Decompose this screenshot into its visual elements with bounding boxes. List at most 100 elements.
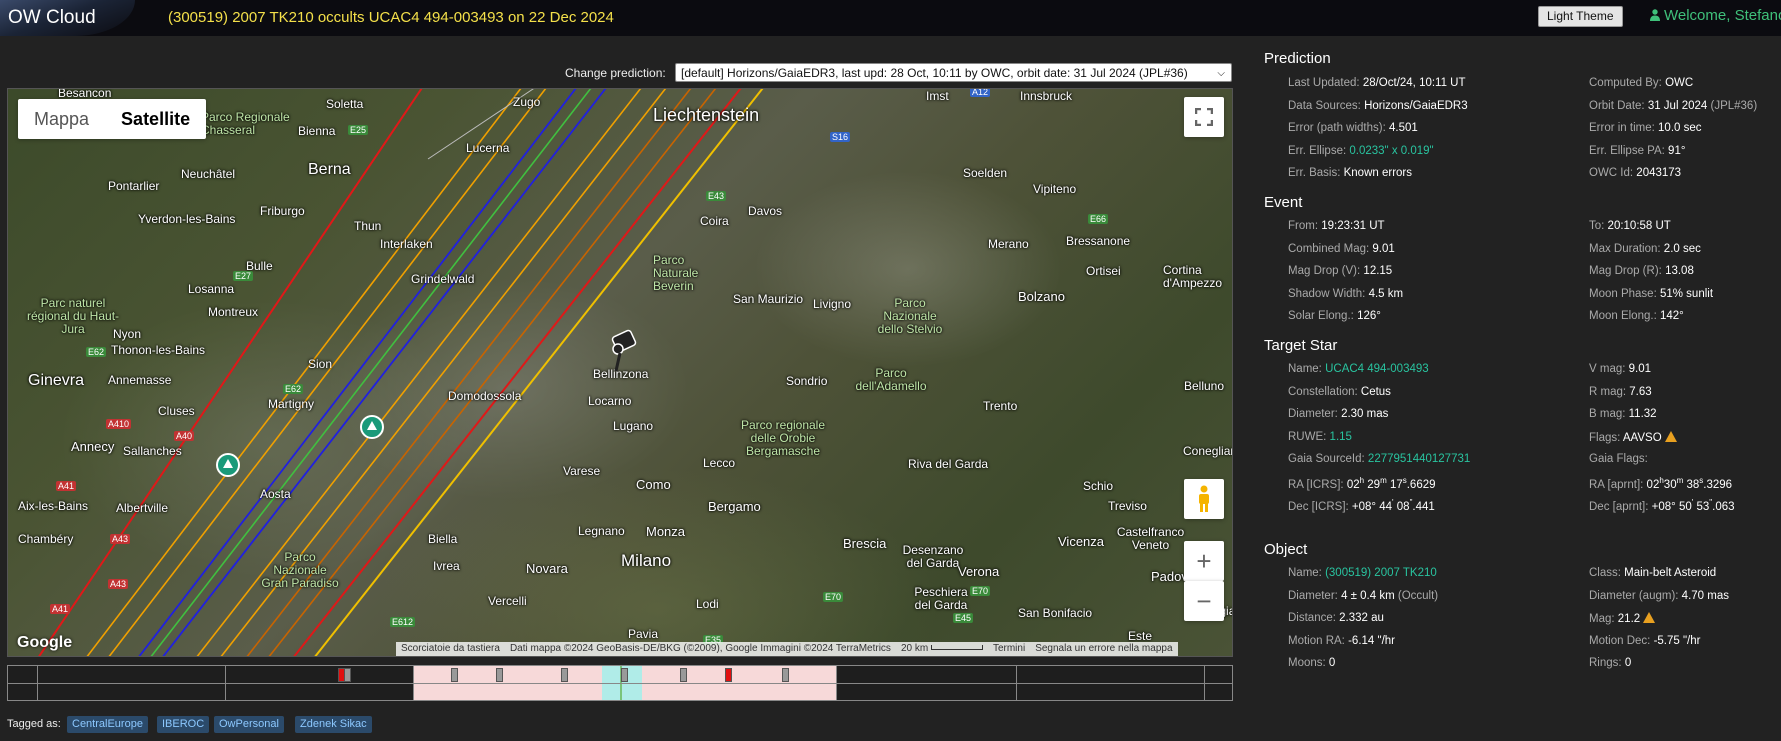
map-type-satellite-button[interactable]: Satellite — [105, 99, 206, 139]
map-scale[interactable]: 20 km — [896, 642, 988, 656]
road-shield: A41 — [56, 481, 77, 491]
map-park-label: Parco Regionale Chasseral — [201, 110, 290, 137]
keyboard-shortcuts-link[interactable]: Scorciatoie da tastiera — [396, 642, 505, 656]
zoom-out-button[interactable]: − — [1184, 581, 1224, 621]
map-view[interactable]: Besancon Soletta Zugo Parco Regionale Ch… — [7, 88, 1233, 657]
timeline-marker[interactable] — [344, 668, 351, 682]
warning-icon[interactable] — [1664, 431, 1677, 442]
page-title: (300519) 2007 TK210 occults UCAC4 494-00… — [168, 9, 614, 26]
detail-key: Diameter: — [1288, 408, 1338, 420]
star-name-link[interactable]: UCAC4 494-003493 — [1325, 363, 1429, 375]
event-timeline[interactable] — [7, 665, 1233, 701]
map-place-label: Novara — [526, 561, 568, 576]
terms-link[interactable]: Termini — [988, 642, 1030, 656]
road-shield: A41 — [50, 604, 71, 614]
timeline-marker-red[interactable] — [725, 668, 732, 682]
map-place-label: Como — [636, 477, 671, 492]
fullscreen-icon — [1195, 108, 1213, 126]
warning-icon[interactable] — [1643, 612, 1656, 623]
road-shield: A40 — [174, 431, 195, 441]
tag-zdenek-sikac[interactable]: Zdenek Sikac — [295, 716, 372, 733]
map-place-label: Sondrio — [786, 374, 828, 388]
timeline-marker[interactable] — [451, 668, 458, 682]
map-place-label: Peschiera del Garda — [914, 585, 968, 612]
map-scale-label: 20 km — [900, 643, 929, 654]
map-place-label: Innsbruck — [1020, 89, 1073, 103]
timeline-marker[interactable] — [680, 668, 687, 682]
dec-degrees: +08° — [1351, 500, 1377, 513]
detail-value: 2.0 sec — [1663, 243, 1701, 255]
report-error-link[interactable]: Segnala un errore nella mappa — [1030, 642, 1177, 656]
road-shield: S16 — [830, 132, 851, 142]
detail-key: Motion RA: — [1288, 635, 1345, 647]
zoom-in-button[interactable]: + — [1184, 541, 1224, 581]
road-shield: E45 — [953, 613, 974, 623]
dec-icrs-value: +08° 44' 08".441 — [1351, 498, 1435, 513]
detail-key: V mag: — [1589, 363, 1626, 375]
fullscreen-button[interactable] — [1184, 97, 1224, 137]
detail-key: Combined Mag: — [1288, 243, 1370, 255]
user-menu[interactable]: Welcome, Stefano — [1650, 7, 1781, 24]
map-park-label: Parco Naturale Beverin — [653, 253, 699, 293]
map-place-label: Schio — [1083, 479, 1114, 493]
map-place-label: Este — [1128, 629, 1153, 643]
tag-centraleurope[interactable]: CentralEurope — [67, 716, 148, 733]
change-prediction-value: [default] Horizons/GaiaEDR3, last upd: 2… — [681, 66, 1188, 80]
object-name-link[interactable]: (300519) 2007 TK210 — [1325, 567, 1437, 579]
light-theme-button[interactable]: Light Theme — [1538, 6, 1623, 27]
map-place-label: Davos — [748, 204, 783, 218]
telescope-marker-icon[interactable] — [606, 327, 640, 373]
dec-fraction: .441 — [1412, 500, 1435, 513]
map-place-label: Verona — [958, 564, 1000, 579]
timeline-divider — [413, 666, 414, 700]
street-view-pegman[interactable] — [1184, 479, 1224, 519]
map-place-label: Riva del Garda — [908, 457, 989, 471]
detail-value: 91° — [1668, 145, 1686, 157]
map-place-label: Monza — [646, 524, 686, 539]
map-type-map-button[interactable]: Mappa — [18, 99, 105, 139]
ra-hours: 02 — [1346, 478, 1360, 491]
observer-site-marker[interactable] — [360, 415, 384, 439]
road-shield: A12 — [970, 88, 991, 97]
detail-key: Gaia Flags: — [1589, 453, 1648, 465]
road-shield: E70 — [823, 592, 844, 602]
map-place-label: Liechtenstein — [653, 105, 760, 125]
detail-err-basis: Err. Basis: Known errors — [1288, 167, 1412, 179]
timeline-marker[interactable] — [496, 668, 503, 682]
observer-site-marker[interactable] — [216, 453, 240, 477]
map-place-label: Aix-les-Bains — [18, 499, 89, 513]
detail-object-diameter: Diameter: 4 ± 0.4 km (Occult) — [1288, 590, 1438, 602]
ruwe-link[interactable]: 1.15 — [1330, 431, 1352, 443]
timeline-marker[interactable] — [782, 668, 789, 682]
detail-value: 142° — [1659, 310, 1684, 322]
err-ellipse-link[interactable]: 0.0233" x 0.019" — [1349, 145, 1433, 157]
detail-constellation: Constellation: Cetus — [1288, 386, 1391, 398]
detail-key: Mag Drop (V): — [1288, 265, 1361, 277]
detail-value: 4 ± 0.4 km — [1341, 590, 1395, 602]
map-type-control: Mappa Satellite — [18, 99, 207, 139]
change-prediction-select[interactable]: [default] Horizons/GaiaEDR3, last upd: 2… — [675, 63, 1232, 82]
detail-key: Dec [ICRS]: — [1288, 500, 1349, 513]
map-place-label: Grindelwald — [411, 272, 475, 286]
app-logo[interactable]: OW Cloud — [0, 0, 135, 36]
plus-icon: + — [1196, 545, 1212, 576]
tag-owpersonal[interactable]: OwPersonal — [214, 716, 284, 733]
prediction-heading: Prediction — [1264, 50, 1331, 67]
detail-motion-dec: Motion Dec: -5.75 "/hr — [1589, 635, 1700, 647]
detail-key: B mag: — [1589, 408, 1626, 420]
detail-value: 0 — [1328, 657, 1336, 669]
tag-iberoc[interactable]: IBEROC — [157, 716, 210, 733]
detail-value: Horizons/GaiaEDR3 — [1364, 100, 1468, 112]
detail-key: RUWE: — [1288, 431, 1327, 443]
map-attribution: Scorciatoie da tastiera Dati mappa ©2024… — [396, 642, 1178, 656]
timeline-marker[interactable] — [621, 668, 628, 682]
detail-value: AAVSO — [1622, 432, 1662, 444]
detail-key: Name: — [1288, 363, 1322, 375]
timeline-marker[interactable] — [561, 668, 568, 682]
road-shield: A410 — [106, 419, 132, 429]
detail-key: Dec [aprnt]: — [1589, 500, 1649, 513]
map-place-label: Soelden — [963, 166, 1008, 180]
detail-value: 2.332 au — [1339, 612, 1384, 624]
gaia-sourceid-link[interactable]: 2277951440127731 — [1368, 453, 1470, 465]
detail-value: 126° — [1357, 310, 1381, 322]
